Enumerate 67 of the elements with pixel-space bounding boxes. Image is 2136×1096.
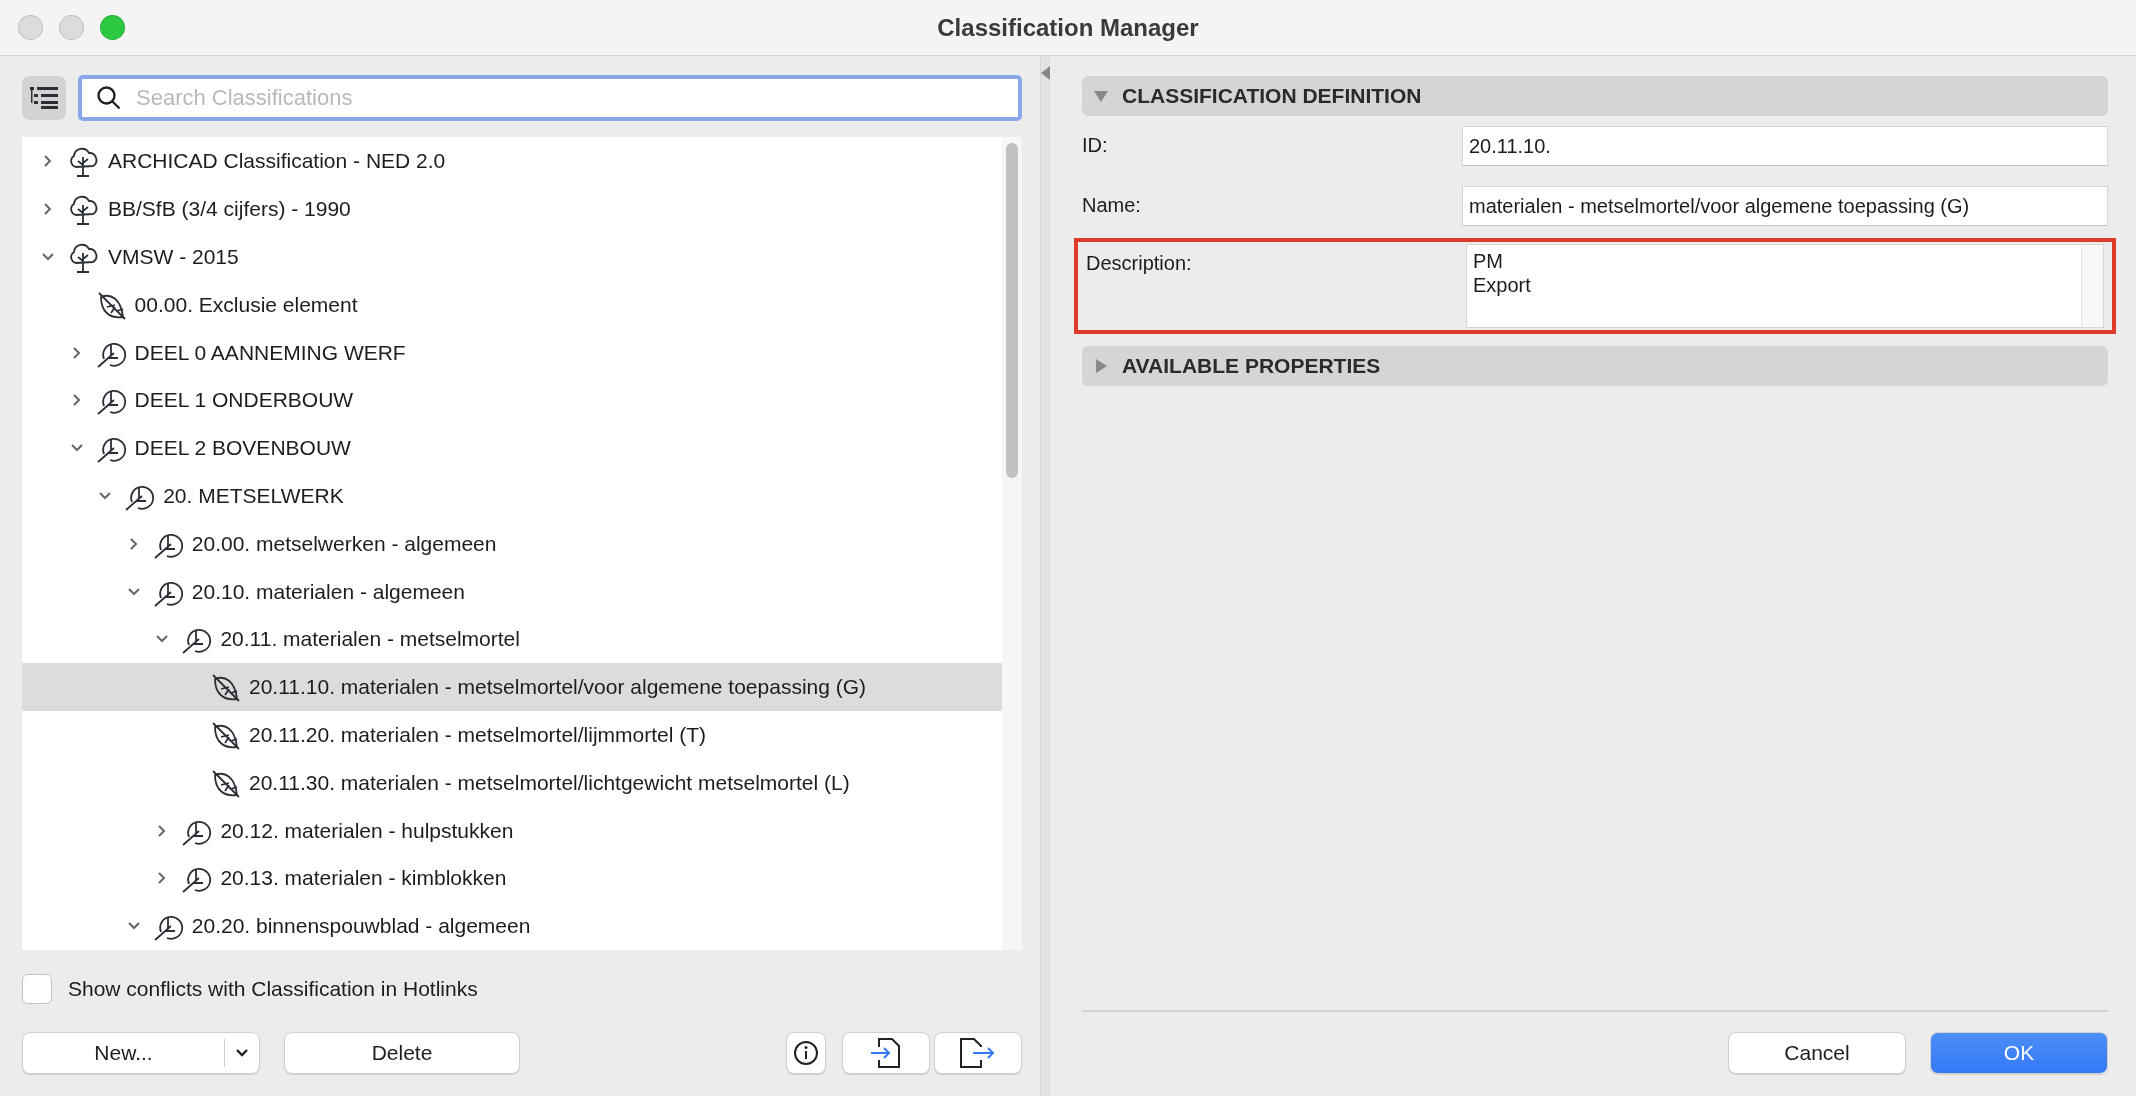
field-label: ID:	[1082, 133, 1109, 157]
tree-item-label: 20.11.30. materialen - metselmortel/lichtgewicht metselmortel (L)	[249, 770, 850, 795]
text-area[interactable]: PM Export	[1466, 244, 2104, 328]
field-label: Name:	[1082, 193, 1142, 217]
tree-row[interactable]: 20.10. materialen - algemeen	[22, 567, 1002, 616]
input-field[interactable]: 20.11.10.	[1462, 126, 2108, 166]
field-label: Description:	[1086, 251, 1193, 275]
list-tree-icon	[30, 85, 58, 110]
section-header[interactable]: CLASSIFICATION DEFINITION	[1082, 76, 2108, 116]
tree-item-label: DEEL 2 BOVENBOUW	[134, 436, 351, 461]
tree-item-label: DEEL 0 AANNEMING WERF	[134, 340, 406, 365]
file-import-icon	[869, 1037, 903, 1069]
ok-button[interactable]: OK	[1930, 1032, 2108, 1074]
search-icon	[96, 84, 122, 111]
tree-item-label: 00.00. Exclusie element	[134, 292, 358, 317]
tree-item-label: 20. METSELWERK	[163, 483, 344, 508]
tree-item-label: VMSW - 2015	[108, 244, 239, 269]
info-button[interactable]	[786, 1032, 826, 1074]
tree-item-label: 20.12. materialen - hulpstukken	[220, 818, 514, 843]
import-button[interactable]	[842, 1032, 930, 1074]
tree-item-label: 20.11.20. materialen - metselmortel/lijmmortel (T)	[249, 722, 707, 747]
tree-row[interactable]: DEEL 1 ONDERBOUW	[22, 376, 1002, 425]
tree-row[interactable]: VMSW - 2015	[22, 233, 1002, 281]
tree-row[interactable]: 20.11.20. materialen - metselmortel/lijmmortel (T)	[22, 711, 1002, 759]
section-title: AVAILABLE PROPERTIES	[1122, 354, 1381, 378]
input-field[interactable]: materialen - metselmortel/voor algemene toepassing (G)	[1462, 186, 2108, 226]
tree-row[interactable]: 20. METSELWERK	[22, 472, 1002, 520]
tree-item-label: 20.13. materialen - kimblokken	[220, 866, 507, 891]
triangle-right-icon	[1094, 359, 1108, 373]
leaf-icon	[209, 671, 241, 704]
tree-row[interactable]: 20.11.30. materialen - metselmortel/lichtgewicht metselmortel (L)	[22, 758, 1002, 807]
tree-row[interactable]: 20.11.10. materialen - metselmortel/voor algemene toepassing (G)	[22, 663, 1002, 711]
checkbox[interactable]	[22, 974, 52, 1004]
triangle-down-icon	[1094, 89, 1108, 103]
info-icon	[793, 1040, 819, 1066]
checkbox-label: Show conflicts with Classification in Hotlinks	[68, 977, 478, 1001]
tree-item-label: BB/SfB (3/4 cijfers) - 1990	[108, 197, 351, 222]
tree-item-label: 20.10. materialen - algemeen	[191, 579, 465, 604]
tree-item-label: DEEL 1 ONDERBOUW	[134, 388, 354, 413]
delete-button[interactable]: Delete	[284, 1032, 520, 1074]
collapse-triangle-icon[interactable]	[1041, 66, 1050, 80]
section-header[interactable]: AVAILABLE PROPERTIES	[1082, 346, 2108, 386]
export-button[interactable]	[934, 1032, 1022, 1074]
tree-row[interactable]: ARCHICAD Classification - NED 2.0	[22, 137, 1002, 186]
search-field[interactable]: Search Classifications	[134, 83, 1004, 112]
tree-row[interactable]: 20.00. metselwerken - algemeen	[22, 519, 1002, 568]
tree-item-label: 20.00. metselwerken - algemeen	[191, 531, 497, 556]
tree-item-label: 20.20. binnenspouwblad - algemeen	[191, 914, 531, 939]
new-split-button[interactable]: New...	[22, 1032, 260, 1074]
tree-row[interactable]: 20.12. materialen - hulpstukken	[22, 806, 1002, 855]
tree-row[interactable]: 20.11. materialen - metselmortel	[22, 615, 1002, 664]
tree-row[interactable]: DEEL 0 AANNEMING WERF	[22, 328, 1002, 377]
tree-row[interactable]: BB/SfB (3/4 cijfers) - 1990	[22, 185, 1002, 234]
file-export-icon	[959, 1037, 997, 1069]
search-box[interactable]: Search Classifications	[78, 74, 1022, 121]
window-title: Classification Manager	[937, 13, 1199, 42]
tree-row[interactable]: 20.13. materialen - kimblokken	[22, 854, 1002, 903]
section-title: CLASSIFICATION DEFINITION	[1122, 84, 1422, 108]
scrollbar[interactable]	[1002, 137, 1022, 950]
tree-row[interactable]: DEEL 2 BOVENBOUW	[22, 424, 1002, 473]
cancel-button[interactable]: Cancel	[1728, 1032, 1906, 1074]
tree-row[interactable]: 00.00. Exclusie element	[22, 280, 1002, 329]
tree-item-label: 20.11.10. materialen - metselmortel/voor algemene toepassing (G)	[249, 675, 867, 700]
tree-item-label: 20.11. materialen - metselmortel	[220, 627, 520, 652]
tree-view-button[interactable]	[22, 75, 66, 120]
tree-item-label: ARCHICAD Classification - NED 2.0	[108, 149, 446, 174]
tree-row[interactable]: 20.20. binnenspouwblad - algemeen	[22, 902, 1002, 950]
